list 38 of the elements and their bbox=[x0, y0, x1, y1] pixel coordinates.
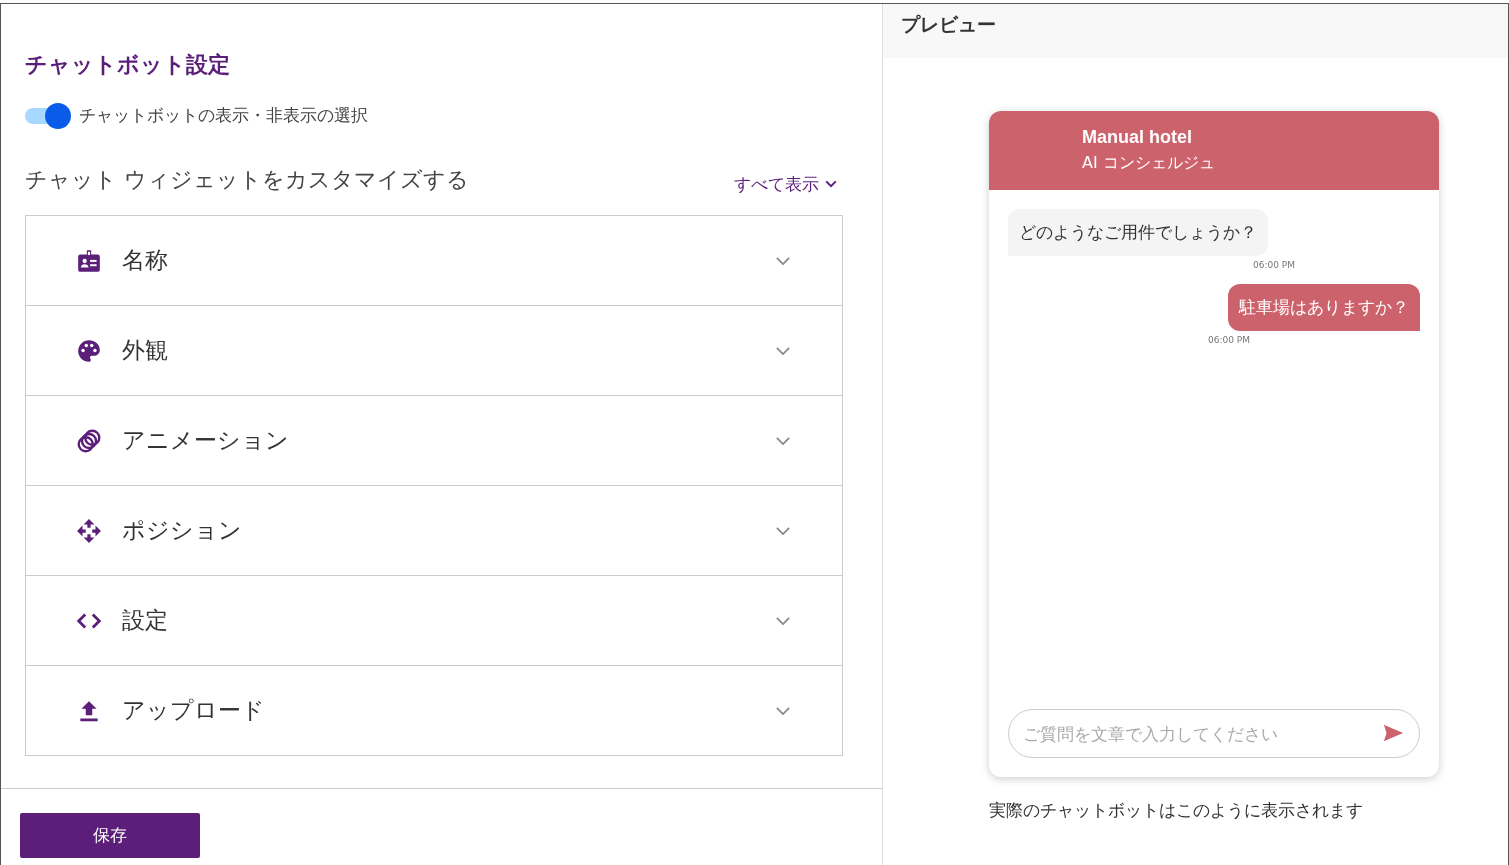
accordion-label: 設定 bbox=[122, 606, 169, 635]
accordion-label: 名称 bbox=[122, 246, 169, 275]
accordion-label: ポジション bbox=[122, 516, 243, 545]
chevron-down-icon bbox=[825, 180, 837, 188]
show-all-link[interactable]: すべて表示 bbox=[734, 172, 837, 196]
bot-name: Manual hotel bbox=[1082, 127, 1193, 148]
accordion-item[interactable]: アニメーション bbox=[26, 395, 842, 485]
chevron-down-icon bbox=[776, 616, 790, 625]
accordion-label: アップロード bbox=[122, 696, 266, 725]
id-badge-icon bbox=[76, 247, 102, 274]
rings-icon bbox=[76, 427, 102, 454]
toggle-label: チャットボットの表示・非表示の選択 bbox=[79, 104, 368, 127]
chevron-down-icon bbox=[776, 526, 790, 535]
settings-title: チャットボット設定 bbox=[25, 51, 231, 79]
move-arrows-icon bbox=[76, 517, 102, 544]
accordion-item[interactable]: 設定 bbox=[26, 575, 842, 665]
message-time: 06:00 PM bbox=[1253, 260, 1295, 270]
accordion-item[interactable]: 名称 bbox=[26, 216, 842, 305]
chevron-down-icon bbox=[776, 346, 790, 355]
message-input[interactable]: ご質問を文章で入力してください bbox=[1008, 709, 1420, 758]
chevron-down-icon bbox=[776, 256, 790, 265]
accordion-label: 外観 bbox=[122, 336, 169, 365]
chevron-down-icon bbox=[776, 436, 790, 445]
palette-icon bbox=[76, 337, 102, 364]
message-time: 06:00 PM bbox=[1208, 335, 1250, 345]
save-button[interactable]: 保存 bbox=[20, 813, 200, 858]
preview-caption: 実際のチャットボットはこのように表示されます bbox=[989, 799, 1364, 822]
section-heading: チャット ウィジェットをカスタマイズする bbox=[25, 166, 469, 194]
toggle-switch[interactable] bbox=[25, 104, 71, 127]
bot-subtitle: AI コンシェルジュ bbox=[1082, 153, 1216, 174]
preview-title: プレビュー bbox=[901, 13, 996, 35]
accordion-item[interactable]: 外観 bbox=[26, 305, 842, 395]
accordion-label: アニメーション bbox=[122, 426, 290, 455]
accordion-item[interactable]: ポジション bbox=[26, 485, 842, 575]
accordion-item[interactable]: アップロード bbox=[26, 665, 842, 755]
chevron-down-icon bbox=[776, 706, 790, 715]
user-message: 駐車場はありますか？ bbox=[1228, 284, 1420, 331]
bot-message: どのようなご用件でしょうか？ bbox=[1008, 209, 1268, 256]
